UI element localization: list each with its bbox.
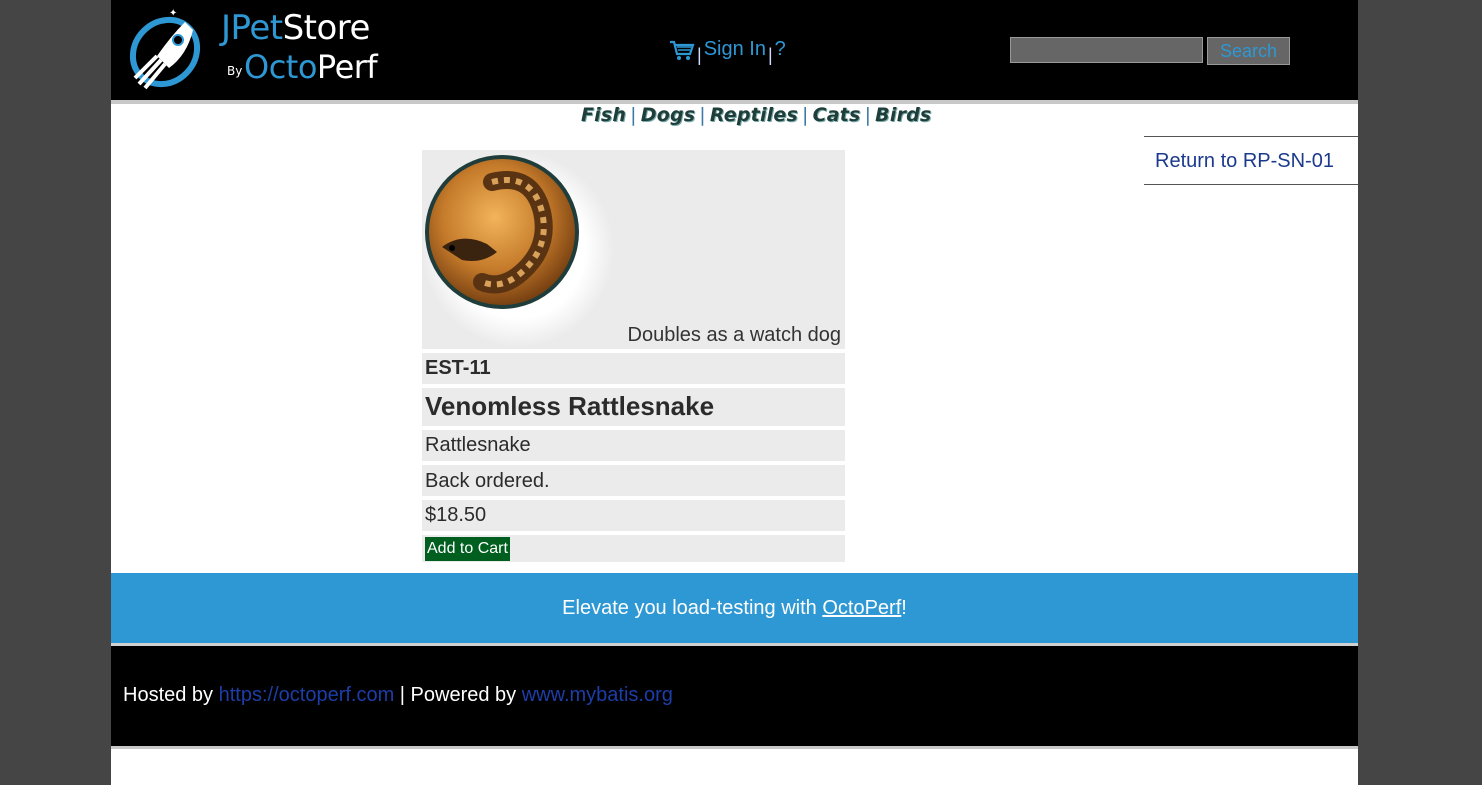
return-to-product-link[interactable]: Return to RP-SN-01	[1155, 150, 1334, 173]
footer: Hosted by https://octoperf.com | Powered…	[111, 646, 1358, 749]
back-link-box: Return to RP-SN-01	[1144, 136, 1358, 185]
category-separator: |	[699, 104, 706, 126]
logo-by: By	[227, 64, 243, 78]
item-image-row: Doubles as a watch dog	[422, 150, 845, 349]
logo-octoperf: OctoPerf	[244, 48, 378, 86]
category-fish[interactable]: Fish	[581, 104, 626, 126]
search-input[interactable]	[1010, 37, 1203, 63]
header: ✦ ✦ JPetStore By OctoPerf | Sign In |? Sea…	[111, 0, 1358, 104]
category-birds[interactable]: Birds	[875, 104, 931, 126]
hosted-by-link[interactable]: https://octoperf.com	[219, 684, 395, 706]
item-name: Venomless Rattlesnake	[422, 388, 845, 426]
item-id: EST-11	[422, 353, 845, 384]
header-menu: | Sign In |?	[669, 38, 786, 66]
menu-separator: |	[767, 45, 773, 65]
sign-in-link[interactable]: Sign In	[704, 38, 766, 60]
page-container: ✦ ✦ JPetStore By OctoPerf | Sign In |? Sea…	[111, 0, 1358, 785]
add-to-cart-button[interactable]: Add to Cart	[425, 537, 510, 561]
category-nav: Fish | Dogs | Reptiles | Cats | Birds	[581, 104, 931, 130]
powered-by-link[interactable]: www.mybatis.org	[522, 684, 673, 706]
category-separator: |	[801, 104, 809, 126]
promo-banner: Elevate you load-testing with OctoPerf!	[111, 573, 1358, 646]
category-dogs[interactable]: Dogs	[641, 104, 696, 126]
category-separator: |	[630, 104, 637, 126]
cart-icon[interactable]	[669, 39, 695, 61]
add-to-cart-row: Add to Cart	[422, 535, 845, 562]
item-stock-status: Back ordered.	[422, 465, 845, 496]
help-link[interactable]: ?	[775, 38, 786, 60]
item-table: Doubles as a watch dog EST-11 Venomless …	[422, 150, 845, 566]
menu-separator: |	[697, 45, 702, 65]
category-cats[interactable]: Cats	[813, 104, 861, 126]
category-separator: |	[864, 104, 872, 126]
banner-text: Elevate you load-testing with	[562, 597, 823, 619]
search-button[interactable]: Search	[1207, 37, 1290, 65]
logo-title: JPetStore	[221, 8, 370, 48]
rocket-icon: ✦ ✦	[129, 8, 201, 90]
item-price: $18.50	[422, 500, 845, 531]
jpetstore-logo[interactable]: ✦ ✦ JPetStore By OctoPerf	[123, 0, 393, 100]
powered-by-label: | Powered by	[394, 684, 522, 706]
hosted-by-label: Hosted by	[123, 684, 219, 706]
footer-text: Hosted by https://octoperf.com | Powered…	[123, 684, 673, 707]
rattlesnake-image	[422, 152, 614, 347]
item-product-name: Rattlesnake	[422, 430, 845, 461]
octoperf-link[interactable]: OctoPerf	[822, 597, 901, 619]
banner-text-end: !	[901, 597, 907, 619]
category-reptiles[interactable]: Reptiles	[710, 104, 798, 126]
item-image-caption: Doubles as a watch dog	[627, 324, 841, 346]
